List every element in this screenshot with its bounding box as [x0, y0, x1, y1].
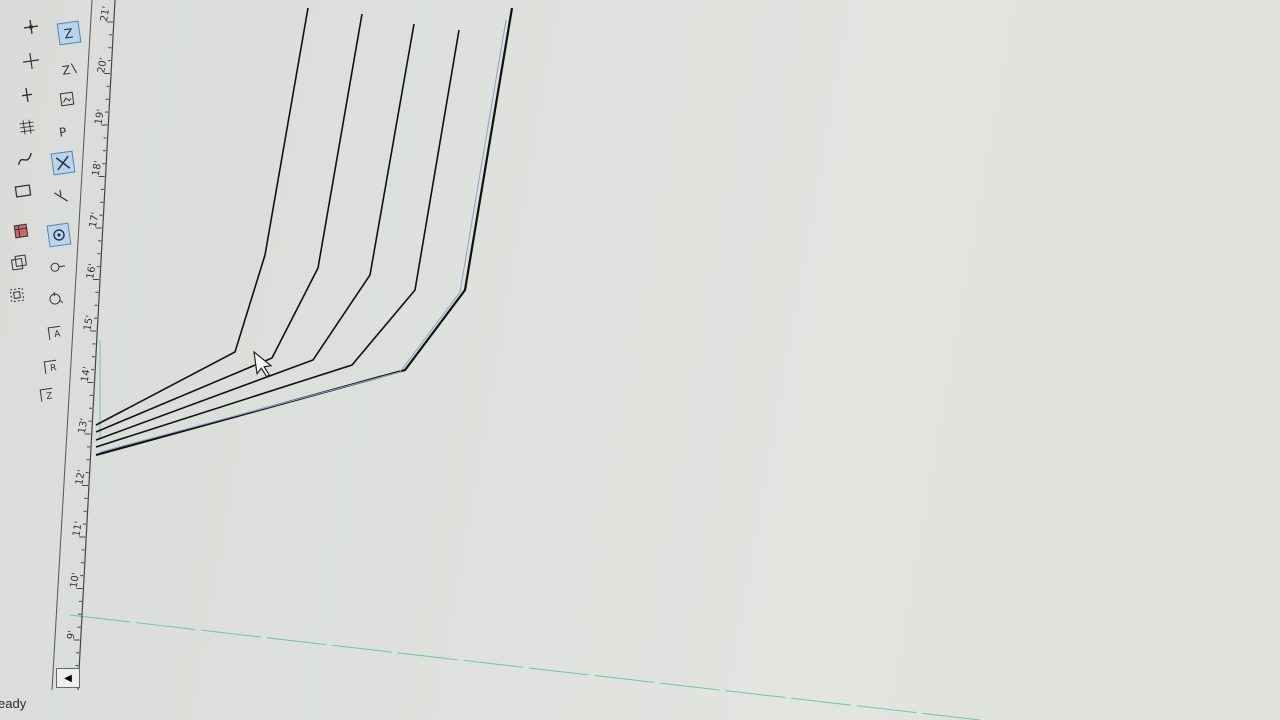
status-text: eady: [0, 696, 27, 711]
rotate-target-tool-icon[interactable]: [46, 222, 72, 248]
drawn-polyline-5-selected[interactable]: [95, 7, 514, 457]
z-axis-tool-icon[interactable]: Z: [57, 57, 82, 82]
image-frame-tool-icon[interactable]: [55, 87, 80, 112]
drawn-polyline-4[interactable]: [95, 29, 460, 448]
svg-text:Z: Z: [63, 27, 74, 43]
visibility-tool-icon[interactable]: [45, 255, 70, 280]
grid-lines-tool-icon[interactable]: [15, 115, 40, 140]
grid-snap-tool-icon[interactable]: [19, 15, 44, 40]
mouse-cursor-icon: [253, 350, 273, 378]
dimension-z-tool-icon[interactable]: Z: [35, 383, 60, 408]
curve-tool-icon[interactable]: [13, 147, 38, 172]
svg-text:A: A: [54, 329, 62, 340]
svg-text:P: P: [58, 125, 67, 140]
svg-text:R: R: [50, 363, 58, 374]
frame-select-tool-icon[interactable]: [5, 283, 30, 308]
elevation-z-tool-icon[interactable]: Z: [56, 20, 82, 46]
scroll-left-arrow-icon[interactable]: ◀: [56, 668, 80, 688]
rotate-3d-tool-icon[interactable]: [43, 287, 68, 312]
svg-text:Z: Z: [46, 391, 54, 402]
layers-tool-icon[interactable]: [7, 251, 32, 276]
left-toolbar: Z Z P A R Z: [0, 0, 90, 700]
trim-tool-icon[interactable]: [49, 185, 74, 210]
drawn-polyline-1[interactable]: [95, 7, 309, 426]
point-tool-icon[interactable]: [15, 83, 40, 108]
cross-snap-tool-icon[interactable]: [19, 49, 44, 74]
p-point-tool-icon[interactable]: P: [53, 119, 78, 144]
intersect-tool-icon[interactable]: [50, 150, 76, 176]
svg-text:Z: Z: [61, 63, 71, 78]
drawn-polyline-3[interactable]: [95, 23, 415, 441]
solid-tool-icon[interactable]: [9, 219, 34, 244]
drawing-canvas[interactable]: [0, 0, 1280, 720]
cad-application: 21' 20' 19' 18' 17' 16' 15' 14' 13' 12' 11' 10' 9' Z…: [0, 0, 1280, 720]
drawn-polyline-5-highlight: [99, 19, 507, 453]
dimension-r-tool-icon[interactable]: R: [39, 355, 64, 380]
drawn-polyline-2[interactable]: [95, 13, 363, 433]
rectangle-tool-icon[interactable]: [11, 179, 36, 204]
status-bar: eady: [0, 696, 1280, 720]
dimension-a-tool-icon[interactable]: A: [43, 321, 68, 346]
